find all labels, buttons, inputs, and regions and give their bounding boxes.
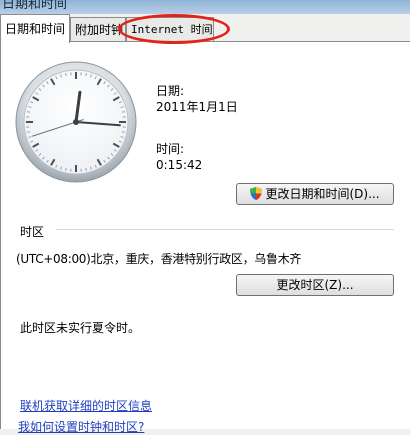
clock-center — [73, 119, 79, 125]
minute-tick — [86, 168, 87, 171]
date-label: 日期: — [156, 82, 184, 99]
time-label: 时间: — [156, 140, 184, 157]
analog-clock — [14, 60, 138, 184]
timezone-separator — [56, 229, 394, 230]
timezone-heading: 时区 — [20, 223, 44, 240]
minute-tick — [27, 132, 30, 133]
timezone-value: (UTC+08:00)北京，重庆，香港特别行政区，乌鲁木齐 — [16, 250, 301, 267]
change-timezone-button[interactable]: 更改时区(Z)... — [236, 274, 394, 296]
minute-tick — [122, 132, 125, 133]
uac-shield-icon — [250, 187, 262, 200]
red-circle-annotation — [118, 14, 230, 44]
change-date-time-button[interactable]: 更改日期和时间(D)... — [236, 183, 394, 205]
date-value: 2011年1月1日 — [156, 98, 238, 115]
minute-tick — [122, 112, 125, 113]
change-date-time-label: 更改日期和时间(D)... — [265, 187, 379, 201]
minute-tick — [86, 73, 87, 76]
how-to-set-clock-link[interactable]: 我如何设置时钟和时区? — [18, 418, 144, 435]
minute-tick — [27, 112, 30, 113]
minute-tick — [66, 73, 67, 76]
title-bar: 日期和时间 — [0, 0, 410, 14]
change-timezone-label: 更改时区(Z)... — [276, 278, 353, 292]
time-value: 0:15:42 — [156, 158, 202, 172]
minute-tick — [66, 168, 67, 171]
tab-date-time[interactable]: 日期和时间 — [0, 14, 70, 43]
window-title: 日期和时间 — [2, 0, 67, 12]
dst-note: 此时区未实行夏令时。 — [20, 319, 140, 336]
online-timezone-info-link[interactable]: 联机获取详细的时区信息 — [20, 397, 152, 414]
